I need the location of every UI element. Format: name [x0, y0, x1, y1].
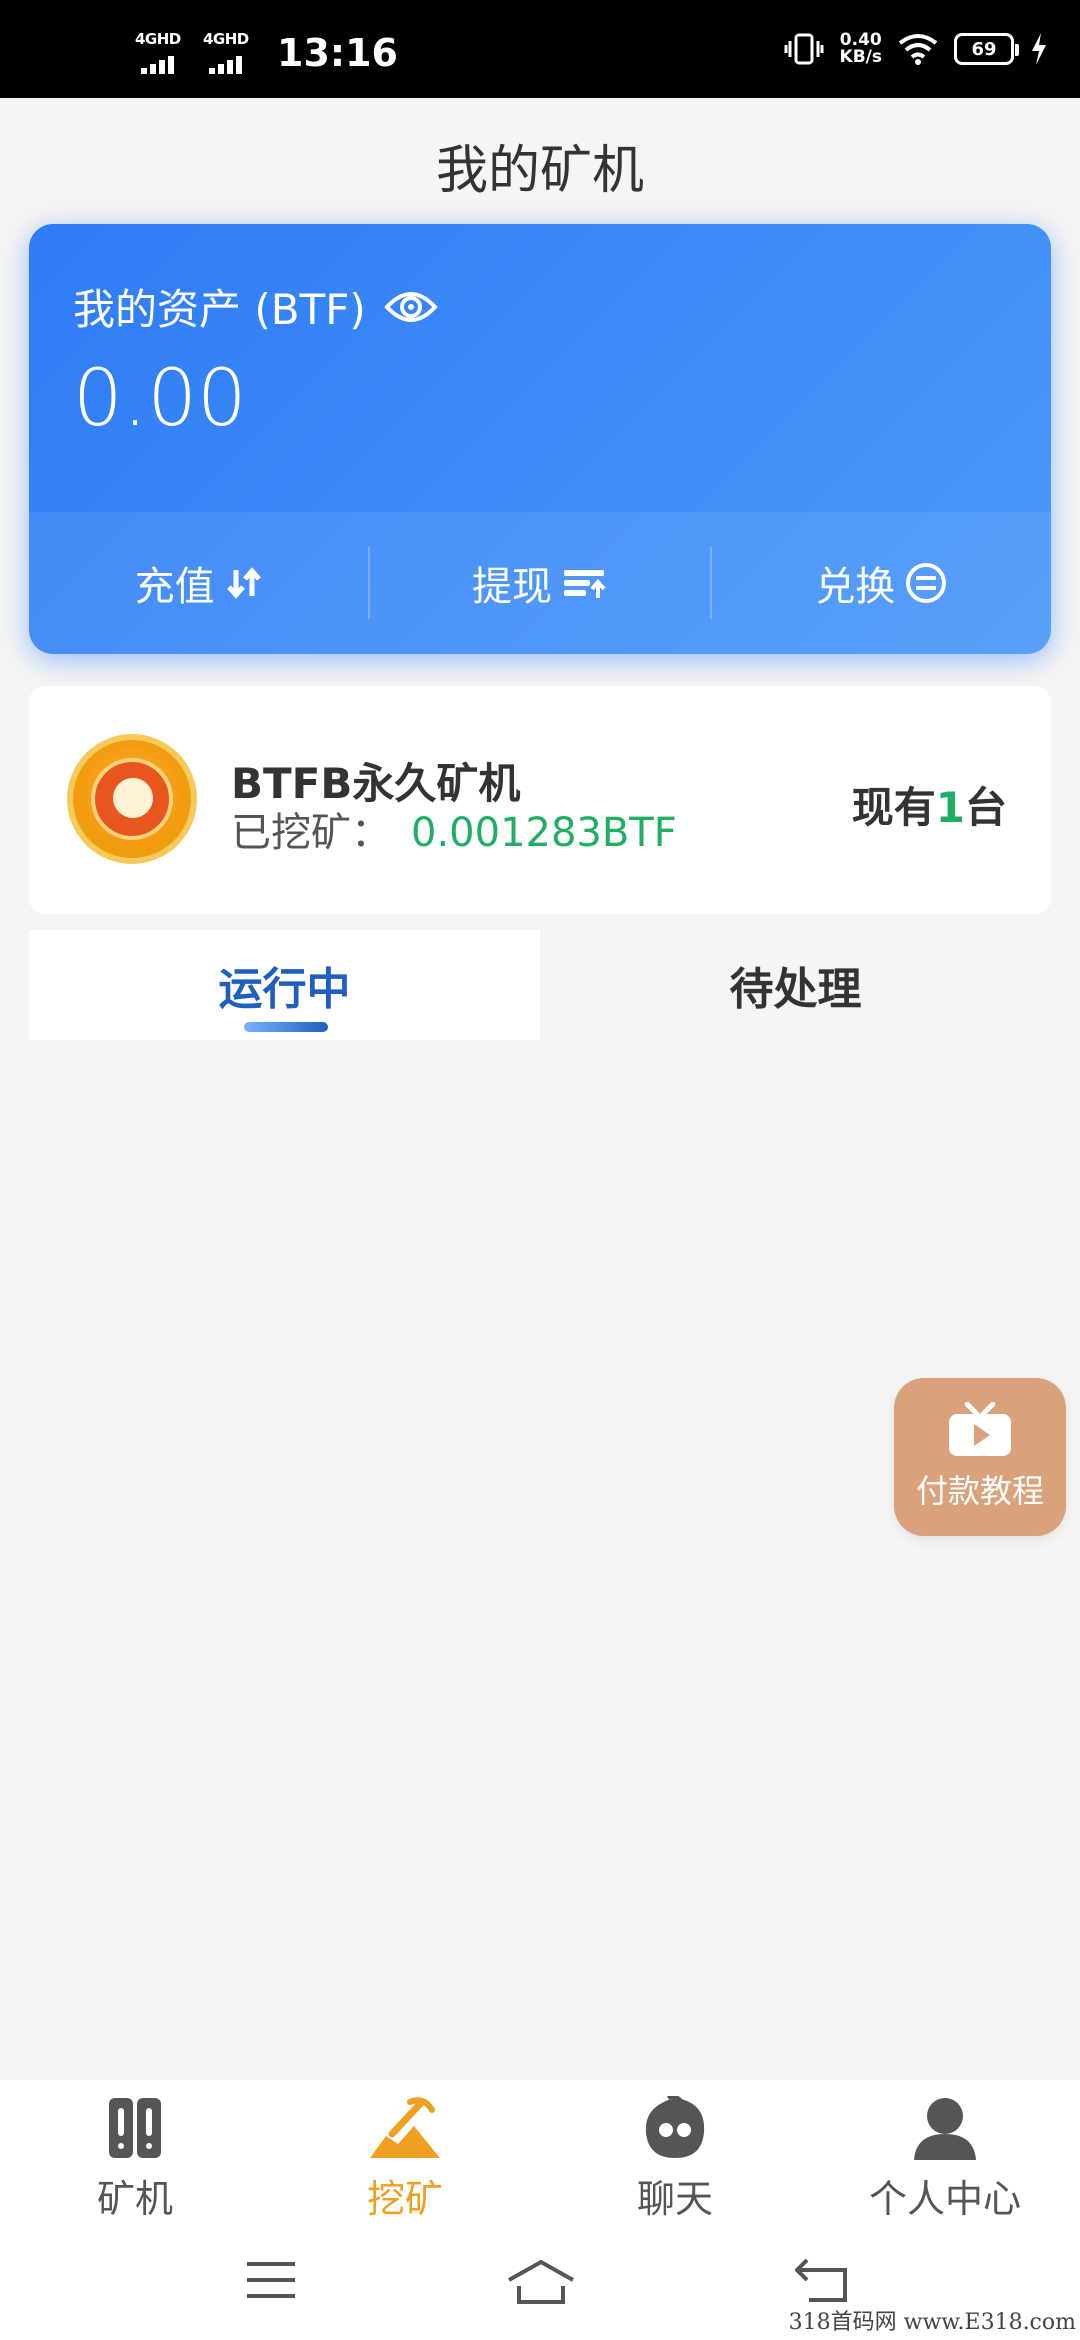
system-nav-bar: 318首码网 www.E318.com: [0, 2230, 1080, 2340]
nav-miner[interactable]: 矿机: [0, 2080, 270, 2230]
asset-label: 我的资产 (BTF): [73, 285, 366, 334]
vibrate-icon: [784, 33, 824, 65]
asset-label-row: 我的资产 (BTF): [73, 276, 438, 337]
nav-chat[interactable]: 聊天: [540, 2080, 810, 2230]
back-icon[interactable]: [795, 2258, 851, 2304]
miner-icon: [109, 2098, 161, 2158]
user-icon: [914, 2098, 976, 2160]
status-bar: 4GHD 4GHD 13:16 0.40 KB/s 69: [0, 0, 1080, 98]
mined-label: 已挖矿：: [231, 810, 391, 856]
recharge-button[interactable]: 充值: [29, 547, 368, 619]
home-icon[interactable]: [505, 2258, 577, 2306]
eye-icon[interactable]: [384, 287, 438, 327]
recharge-label: 充值: [134, 564, 215, 610]
machine-card[interactable]: BTFB永久矿机 已挖矿： 0.001283BTF 现有1台: [29, 686, 1051, 914]
sim1-label: 4GHD: [135, 30, 181, 48]
mined-value: 0.001283BTF: [411, 810, 677, 856]
watermark: 318首码网 www.E318.com: [788, 2310, 1076, 2335]
network-speed: 0.40 KB/s: [840, 32, 882, 66]
signal-icon: 4GHD: [135, 30, 185, 76]
payment-tutorial-button[interactable]: 付款教程: [894, 1378, 1066, 1536]
charging-icon: [1032, 33, 1046, 65]
nav-miner-label: 矿机: [96, 2177, 173, 2221]
nav-profile[interactable]: 个人中心: [810, 2080, 1080, 2230]
asset-balance: 0.00: [73, 354, 247, 444]
count-value: 1: [935, 783, 965, 832]
asset-actions: 充值 提现 兑换: [29, 512, 1051, 654]
machine-count: 现有1台: [852, 774, 1007, 835]
menu-icon[interactable]: [245, 2258, 297, 2302]
withdraw-icon: [563, 570, 606, 598]
nav-mining-label: 挖矿: [366, 2177, 443, 2221]
exchange-icon: [906, 563, 947, 603]
withdraw-button[interactable]: 提现: [368, 547, 709, 619]
wifi-icon: [898, 34, 938, 65]
mined-row: 已挖矿： 0.001283BTF: [231, 800, 677, 858]
sim2-label: 4GHD: [203, 30, 249, 48]
transfer-arrows-icon: [226, 567, 261, 599]
tab-pending[interactable]: 待处理: [540, 930, 1051, 1040]
battery-icon: 69: [954, 33, 1019, 65]
signal-icon: 4GHD: [203, 30, 253, 76]
nav-mining[interactable]: 挖矿: [270, 2080, 540, 2230]
count-prefix: 现有: [851, 783, 936, 832]
tab-pending-label: 待处理: [729, 964, 862, 1015]
withdraw-label: 提现: [471, 564, 552, 610]
speed-unit: KB/s: [839, 47, 882, 67]
tv-play-icon: [949, 1402, 1011, 1456]
payment-tutorial-label: 付款教程: [915, 1472, 1044, 1510]
mining-icon: [370, 2097, 440, 2158]
btfb-coin-logo: [67, 734, 197, 864]
nav-chat-label: 聊天: [636, 2177, 713, 2221]
exchange-button[interactable]: 兑换: [709, 547, 1051, 619]
tab-running-label: 运行中: [218, 964, 351, 1015]
bottom-nav: 矿机 挖矿 聊天 个人中心: [0, 2080, 1080, 2230]
status-tabs: 运行中 待处理: [29, 930, 1051, 1040]
asset-card: 我的资产 (BTF) 0.00 充值 提现 兑换: [29, 224, 1051, 654]
tab-running[interactable]: 运行中: [29, 930, 540, 1040]
page-title: 我的矿机: [435, 141, 644, 201]
exchange-label: 兑换: [815, 564, 896, 610]
active-tab-indicator: [244, 1022, 328, 1032]
clock: 13:16: [277, 31, 398, 75]
battery-level: 69: [971, 38, 997, 60]
nav-profile-label: 个人中心: [868, 2177, 1021, 2221]
chat-icon: [645, 2096, 705, 2158]
count-suffix: 台: [964, 783, 1007, 832]
